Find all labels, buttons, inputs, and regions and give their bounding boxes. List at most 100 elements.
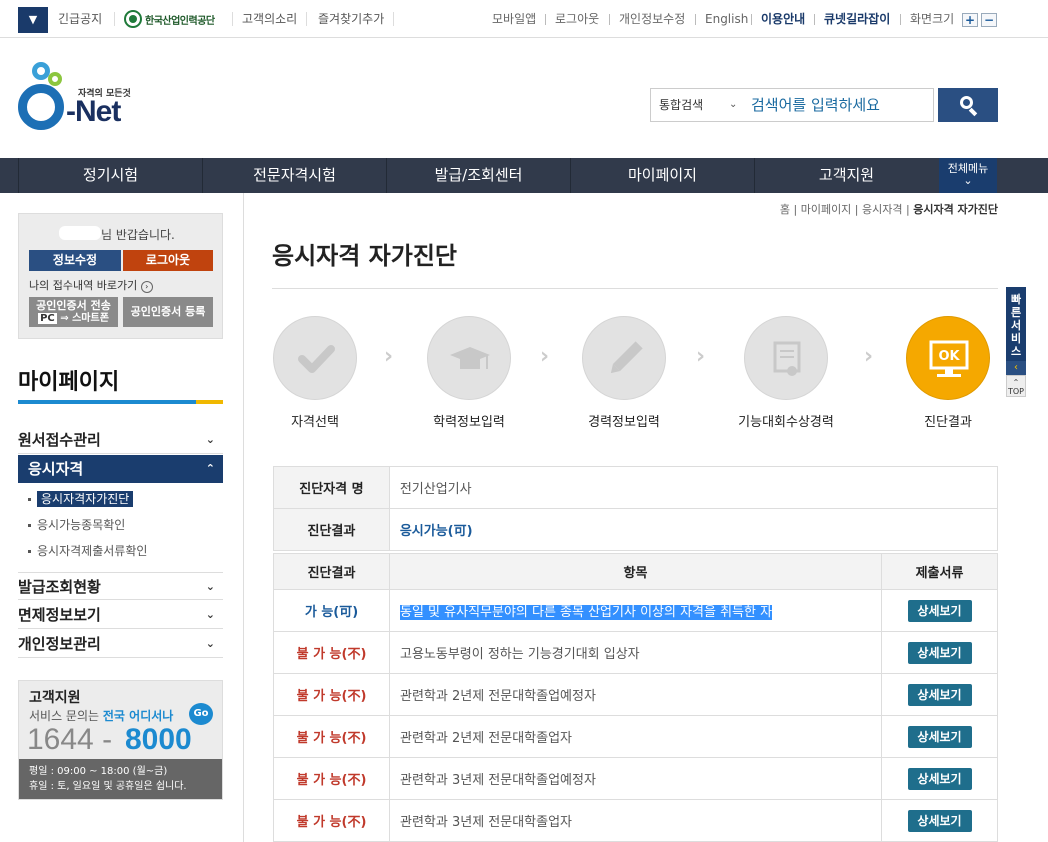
table-header-row: 진단결과 항목 제출서류 [273, 553, 998, 590]
hrdk-emblem-icon [124, 10, 142, 28]
result-item: 관련학과 2년제 전문대학졸업예정자 [389, 673, 882, 716]
breadcrumb-current: 응시자격 자가진단 [913, 203, 998, 216]
chevron-down-icon[interactable]: ▼ [18, 7, 48, 33]
cert-register-button[interactable]: 공인인증서 등록 [123, 297, 213, 327]
divider [751, 14, 752, 25]
chevron-right-icon: › [384, 344, 394, 369]
qnet-logo[interactable]: 자격의 모든것 -Net [18, 62, 148, 138]
chevron-down-icon: ⌄ [205, 433, 215, 446]
breadcrumb-home[interactable]: 홈 [780, 203, 790, 216]
step-label: 경력정보입력 [588, 415, 660, 430]
table-row: 불 가 능(不) 관련학과 2년제 전문대학졸업예정자 상세보기 [273, 673, 998, 716]
sidebar-item-label: 원서접수관리 [18, 431, 101, 449]
title-divider [272, 288, 998, 289]
result-item-text: 동일 및 유사직무분야의 다른 종목 산업기사 이상의 자격을 취득한 자 [400, 605, 773, 620]
english-link[interactable]: English [705, 0, 748, 38]
submenu-self-diagnosis[interactable]: 응시자격자가진단 [28, 489, 134, 509]
detail-button[interactable]: 상세보기 [907, 683, 972, 706]
result-action: 상세보기 [881, 715, 998, 758]
detail-button[interactable]: 상세보기 [907, 599, 972, 622]
result-action: 상세보기 [881, 799, 998, 842]
support-desc: 서비스 문의는 전국 어디서나 [29, 707, 173, 724]
phone-prefix: 1644 - [27, 723, 113, 756]
logo-net: -Net [66, 95, 121, 128]
submenu-documents[interactable]: 응시자격제출서류확인 [28, 541, 147, 561]
all-menu-button[interactable]: 전체메뉴 ⌄ [939, 158, 997, 193]
nav-issue-center[interactable]: 발급/조회센터 [387, 158, 570, 193]
logout-link[interactable]: 로그아웃 [555, 0, 599, 38]
chevron-up-icon: ⌃ [205, 462, 215, 475]
hrdk-logo[interactable]: 한국산업인력공단 [124, 10, 215, 28]
detail-button[interactable]: 상세보기 [907, 641, 972, 664]
sidebar-item-personal-info[interactable]: 개인정보관리 ⌄ [18, 630, 223, 658]
result-action: 상세보기 [881, 757, 998, 800]
sidebar-item-label: 개인정보관리 [18, 635, 101, 653]
holiday-hours: 휴일 : 토, 일요일 및 공휴일은 쉽니다. [29, 781, 187, 792]
search-button[interactable] [938, 88, 998, 122]
search-input[interactable] [751, 93, 929, 117]
quick-service-button[interactable]: 빠른서비스 [1006, 287, 1026, 361]
result-item: 관련학과 3년제 전문대학졸업예정자 [389, 757, 882, 800]
edit-info-button[interactable]: 정보수정 [29, 250, 121, 271]
detail-button[interactable]: 상세보기 [907, 767, 972, 790]
diagnosis-results-table: 진단결과 항목 제출서류 가 능(可) 동일 및 유사직무분야의 다른 종목 산… [273, 553, 998, 842]
user-box: 님 반갑습니다. 정보수정 로그아웃 나의 접수내역 바로가기 › 공인인증서 … [18, 213, 223, 339]
receipt-history-link[interactable]: 나의 접수내역 바로가기 › [29, 277, 153, 293]
chevron-right-icon: › [540, 344, 550, 369]
nav-customer-support[interactable]: 고객지원 [755, 158, 938, 193]
detail-button[interactable]: 상세보기 [907, 809, 972, 832]
chevron-down-icon: ⌄ [205, 608, 215, 621]
submenu-eligible-items[interactable]: 응시가능종목확인 [28, 515, 125, 535]
diagnosis-result-label: 진단결과 [273, 508, 390, 551]
chevron-left-icon[interactable]: ‹ [1006, 361, 1026, 375]
qualification-name-label: 진단자격 명 [273, 466, 390, 509]
zoom-in-button[interactable]: + [962, 13, 978, 27]
edit-profile-link[interactable]: 개인정보수정 [619, 0, 685, 38]
breadcrumb-qualification[interactable]: 응시자격 [862, 203, 902, 216]
customer-voice-link[interactable]: 고객의소리 [242, 0, 297, 38]
zoom-out-button[interactable]: − [981, 13, 997, 27]
mobile-app-link[interactable]: 모바일앱 [492, 0, 536, 38]
result-action: 상세보기 [881, 589, 998, 632]
chevron-right-icon: › [864, 344, 874, 369]
search-scope-select[interactable]: 통합검색 [659, 89, 703, 121]
search-icon-handle [968, 107, 978, 117]
nav-mypage[interactable]: 마이페이지 [571, 158, 754, 193]
logout-button[interactable]: 로그아웃 [123, 250, 213, 271]
support-hours: 평일 : 09:00 ~ 18:00 (월~금) 휴일 : 토, 일요일 및 공… [19, 759, 222, 799]
sidebar-item-exemption[interactable]: 면제정보보기 ⌄ [18, 601, 223, 629]
result-action: 상세보기 [881, 673, 998, 716]
usage-guide-link[interactable]: 이용안내 [761, 0, 805, 38]
graduation-cap-icon [450, 347, 490, 369]
phone-number: 8000 [125, 723, 192, 756]
bullet [28, 550, 31, 553]
certificate-icon [773, 341, 801, 376]
diagnosis-result-value: 응시가능(可) [388, 508, 999, 551]
breadcrumb-mypage[interactable]: 마이페이지 [801, 203, 852, 216]
sidebar-item-label: 발급조회현황 [18, 578, 101, 596]
cert-transfer-button[interactable]: 공인인증서 전송 PC ⇒ 스마트폰 [29, 297, 118, 327]
title-underline-accent [196, 400, 223, 404]
divider [695, 14, 696, 25]
sidebar-item-qualification[interactable]: 응시자격 ⌃ [18, 455, 223, 483]
logo-q-icon [18, 84, 64, 130]
cert-transfer-sub: PC ⇒ 스마트폰 [29, 313, 118, 325]
chevron-right-icon: › [696, 344, 706, 369]
nav-regular-exam[interactable]: 정기시험 [19, 158, 202, 193]
nav-professional-exam[interactable]: 전문자격시험 [203, 158, 386, 193]
emergency-notice-link[interactable]: 긴급공지 [58, 0, 102, 38]
step-result: OK [906, 316, 990, 400]
support-desc-highlight: 전국 어디서나 [102, 709, 174, 723]
chevron-down-icon[interactable]: ⌄ [729, 89, 737, 121]
user-name-masked [59, 226, 101, 240]
go-button[interactable]: Go [189, 703, 213, 725]
step-label: 학력정보입력 [433, 415, 505, 430]
add-favorite-link[interactable]: 즐겨찾기추가 [318, 0, 384, 38]
title-underline [18, 400, 196, 404]
detail-button[interactable]: 상세보기 [907, 725, 972, 748]
scroll-top-button[interactable]: ⌃ TOP [1006, 375, 1026, 397]
sidebar-item-issue-status[interactable]: 발급조회현황 ⌄ [18, 572, 223, 600]
qnet-guide-link[interactable]: 큐넷길라잡이 [824, 0, 890, 38]
bullet [28, 524, 31, 527]
sidebar-item-application[interactable]: 원서접수관리 ⌄ [18, 426, 223, 454]
